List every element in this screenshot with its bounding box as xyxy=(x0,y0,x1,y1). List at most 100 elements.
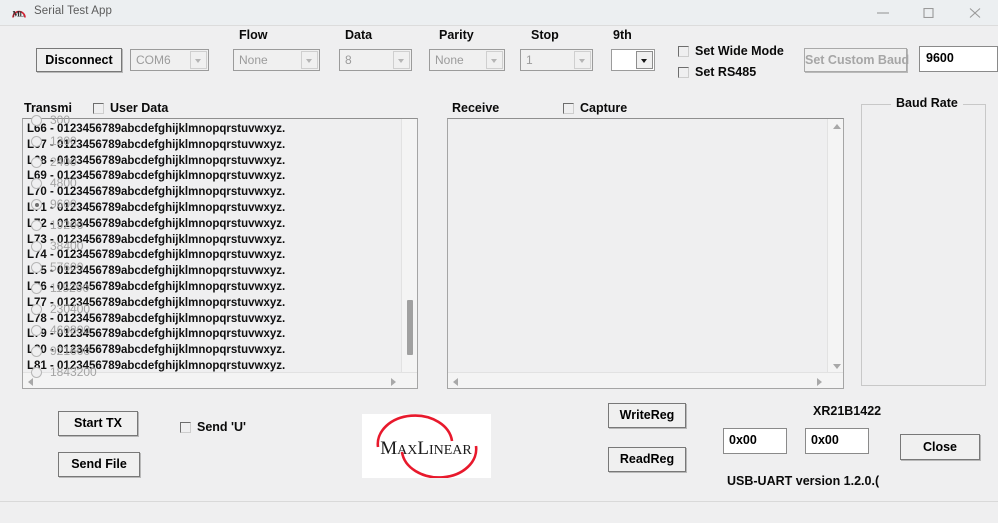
reg-data-value: 0x00 xyxy=(811,433,839,447)
baud-rate-option-label: 2400 xyxy=(50,155,77,169)
baud-rate-option-460800[interactable]: 460800 xyxy=(31,322,123,340)
radio-dot[interactable] xyxy=(31,283,42,294)
send-u-label: Send 'U' xyxy=(197,420,247,434)
data-bits-combo-value: 8 xyxy=(345,53,352,67)
device-part-number: XR21B1422 xyxy=(813,404,882,418)
radio-dot[interactable] xyxy=(31,115,42,126)
minimize-button[interactable] xyxy=(860,0,906,26)
reg-address-value: 0x00 xyxy=(729,433,757,447)
checkbox-box[interactable] xyxy=(563,103,574,114)
set-custom-baud-button[interactable]: Set Custom Baud xyxy=(804,48,909,72)
baud-rate-option-label: 300 xyxy=(50,113,71,127)
transmit-vertical-scrollbar[interactable] xyxy=(401,119,417,374)
radio-dot[interactable] xyxy=(31,241,42,252)
titlebar: M L Serial Test App xyxy=(0,0,998,26)
data-bits-combo[interactable]: 8 xyxy=(339,49,412,71)
svg-text:L: L xyxy=(20,11,25,19)
baud-rate-title: Baud Rate xyxy=(891,96,963,110)
baud-rate-option-115200[interactable]: 115200 xyxy=(31,280,123,298)
scroll-right-icon[interactable] xyxy=(817,378,822,386)
chevron-down-icon[interactable] xyxy=(301,51,318,69)
flow-combo[interactable]: None xyxy=(233,49,320,71)
window-title: Serial Test App xyxy=(34,5,113,17)
baud-rate-option-label: 460800 xyxy=(50,323,91,337)
receive-horizontal-scrollbar[interactable] xyxy=(448,372,843,388)
radio-dot[interactable] xyxy=(31,199,42,210)
stop-bits-combo[interactable]: 1 xyxy=(520,49,593,71)
maxlinear-ml-icon: M L xyxy=(11,5,27,21)
send-file-button[interactable]: Send File xyxy=(58,452,140,477)
baud-rate-option-4800[interactable]: 4800 xyxy=(31,175,123,193)
radio-dot[interactable] xyxy=(31,325,42,336)
chevron-down-icon[interactable] xyxy=(574,51,591,69)
baud-rate-option-1200[interactable]: 1200 xyxy=(31,133,123,151)
radio-dot[interactable] xyxy=(31,346,42,357)
stop-bits-label: Stop xyxy=(531,28,559,42)
baud-rate-option-9600[interactable]: 9600 xyxy=(31,196,123,214)
write-reg-button[interactable]: WriteReg xyxy=(608,403,686,428)
baud-rate-option-label: 921600 xyxy=(50,344,91,358)
radio-dot[interactable] xyxy=(31,157,42,168)
receive-label: Receive xyxy=(452,101,500,115)
receive-vertical-scrollbar[interactable] xyxy=(827,119,843,374)
scroll-left-icon[interactable] xyxy=(453,378,458,386)
radio-dot[interactable] xyxy=(31,262,42,273)
baud-rate-option-label: 57600 xyxy=(50,260,84,274)
statusbar xyxy=(0,501,998,523)
chevron-down-icon[interactable] xyxy=(393,51,410,69)
parity-combo-value: None xyxy=(435,53,464,67)
scroll-right-icon[interactable] xyxy=(391,378,396,386)
baud-rate-option-230400[interactable]: 230400 xyxy=(31,301,123,319)
data-label: Data xyxy=(345,28,373,42)
flow-label: Flow xyxy=(239,28,268,42)
ninth-bit-combo[interactable] xyxy=(611,49,655,71)
receive-textarea[interactable] xyxy=(447,118,844,389)
maximize-button[interactable] xyxy=(906,0,952,26)
chevron-down-icon[interactable] xyxy=(190,51,207,69)
baud-rate-option-label: 230400 xyxy=(50,302,91,316)
chevron-down-icon[interactable] xyxy=(486,51,503,69)
port-combo[interactable]: COM6 xyxy=(130,49,209,71)
reg-address-input[interactable]: 0x00 xyxy=(723,428,787,454)
scrollbar-thumb[interactable] xyxy=(407,300,413,355)
port-combo-value: COM6 xyxy=(136,53,171,67)
radio-dot[interactable] xyxy=(31,367,42,378)
reg-data-input[interactable]: 0x00 xyxy=(805,428,869,454)
start-tx-button[interactable]: Start TX xyxy=(58,411,138,436)
baud-rate-option-label: 19200 xyxy=(50,218,84,232)
baud-rate-option-label: 38400 xyxy=(50,239,84,253)
baud-rate-option-19200[interactable]: 19200 xyxy=(31,217,123,235)
checkbox-box[interactable] xyxy=(678,46,689,57)
baud-rate-option-2400[interactable]: 2400 xyxy=(31,154,123,172)
checkbox-box[interactable] xyxy=(180,422,191,433)
parity-combo[interactable]: None xyxy=(429,49,505,71)
serial-test-app-window: M L Serial Test App Disconnect COM6 Flow… xyxy=(0,0,998,523)
baud-rate-option-300[interactable]: 300 xyxy=(31,112,123,130)
checkbox-box[interactable] xyxy=(678,67,689,78)
radio-dot[interactable] xyxy=(31,220,42,231)
stop-bits-combo-value: 1 xyxy=(526,53,533,67)
baud-rate-option-label: 1843200 xyxy=(50,365,97,379)
radio-dot[interactable] xyxy=(31,136,42,147)
close-button[interactable]: Close xyxy=(900,434,980,460)
radio-dot[interactable] xyxy=(31,178,42,189)
baud-rate-option-label: 115200 xyxy=(50,281,90,295)
ninth-bit-label: 9th xyxy=(613,28,632,42)
scroll-up-icon[interactable] xyxy=(833,124,841,129)
baud-rate-option-label: 4800 xyxy=(50,176,77,190)
flow-combo-value: None xyxy=(239,53,268,67)
read-reg-button[interactable]: ReadReg xyxy=(608,447,686,472)
custom-baud-input[interactable]: 9600 xyxy=(919,46,998,72)
baud-rate-option-label: 1200 xyxy=(50,134,77,148)
baud-rate-option-38400[interactable]: 38400 xyxy=(31,238,123,256)
baud-rate-option-1843200[interactable]: 1843200 xyxy=(31,364,123,382)
baud-rate-option-921600[interactable]: 921600 xyxy=(31,343,123,361)
custom-baud-value: 9600 xyxy=(926,51,954,65)
chevron-down-icon[interactable] xyxy=(636,51,653,69)
disconnect-button[interactable]: Disconnect xyxy=(36,48,122,72)
close-window-button[interactable] xyxy=(952,0,998,26)
baud-rate-option-57600[interactable]: 57600 xyxy=(31,259,123,277)
scroll-down-icon[interactable] xyxy=(833,364,841,369)
maxlinear-logo: MAXLINEAR xyxy=(362,414,491,479)
radio-dot[interactable] xyxy=(31,304,42,315)
